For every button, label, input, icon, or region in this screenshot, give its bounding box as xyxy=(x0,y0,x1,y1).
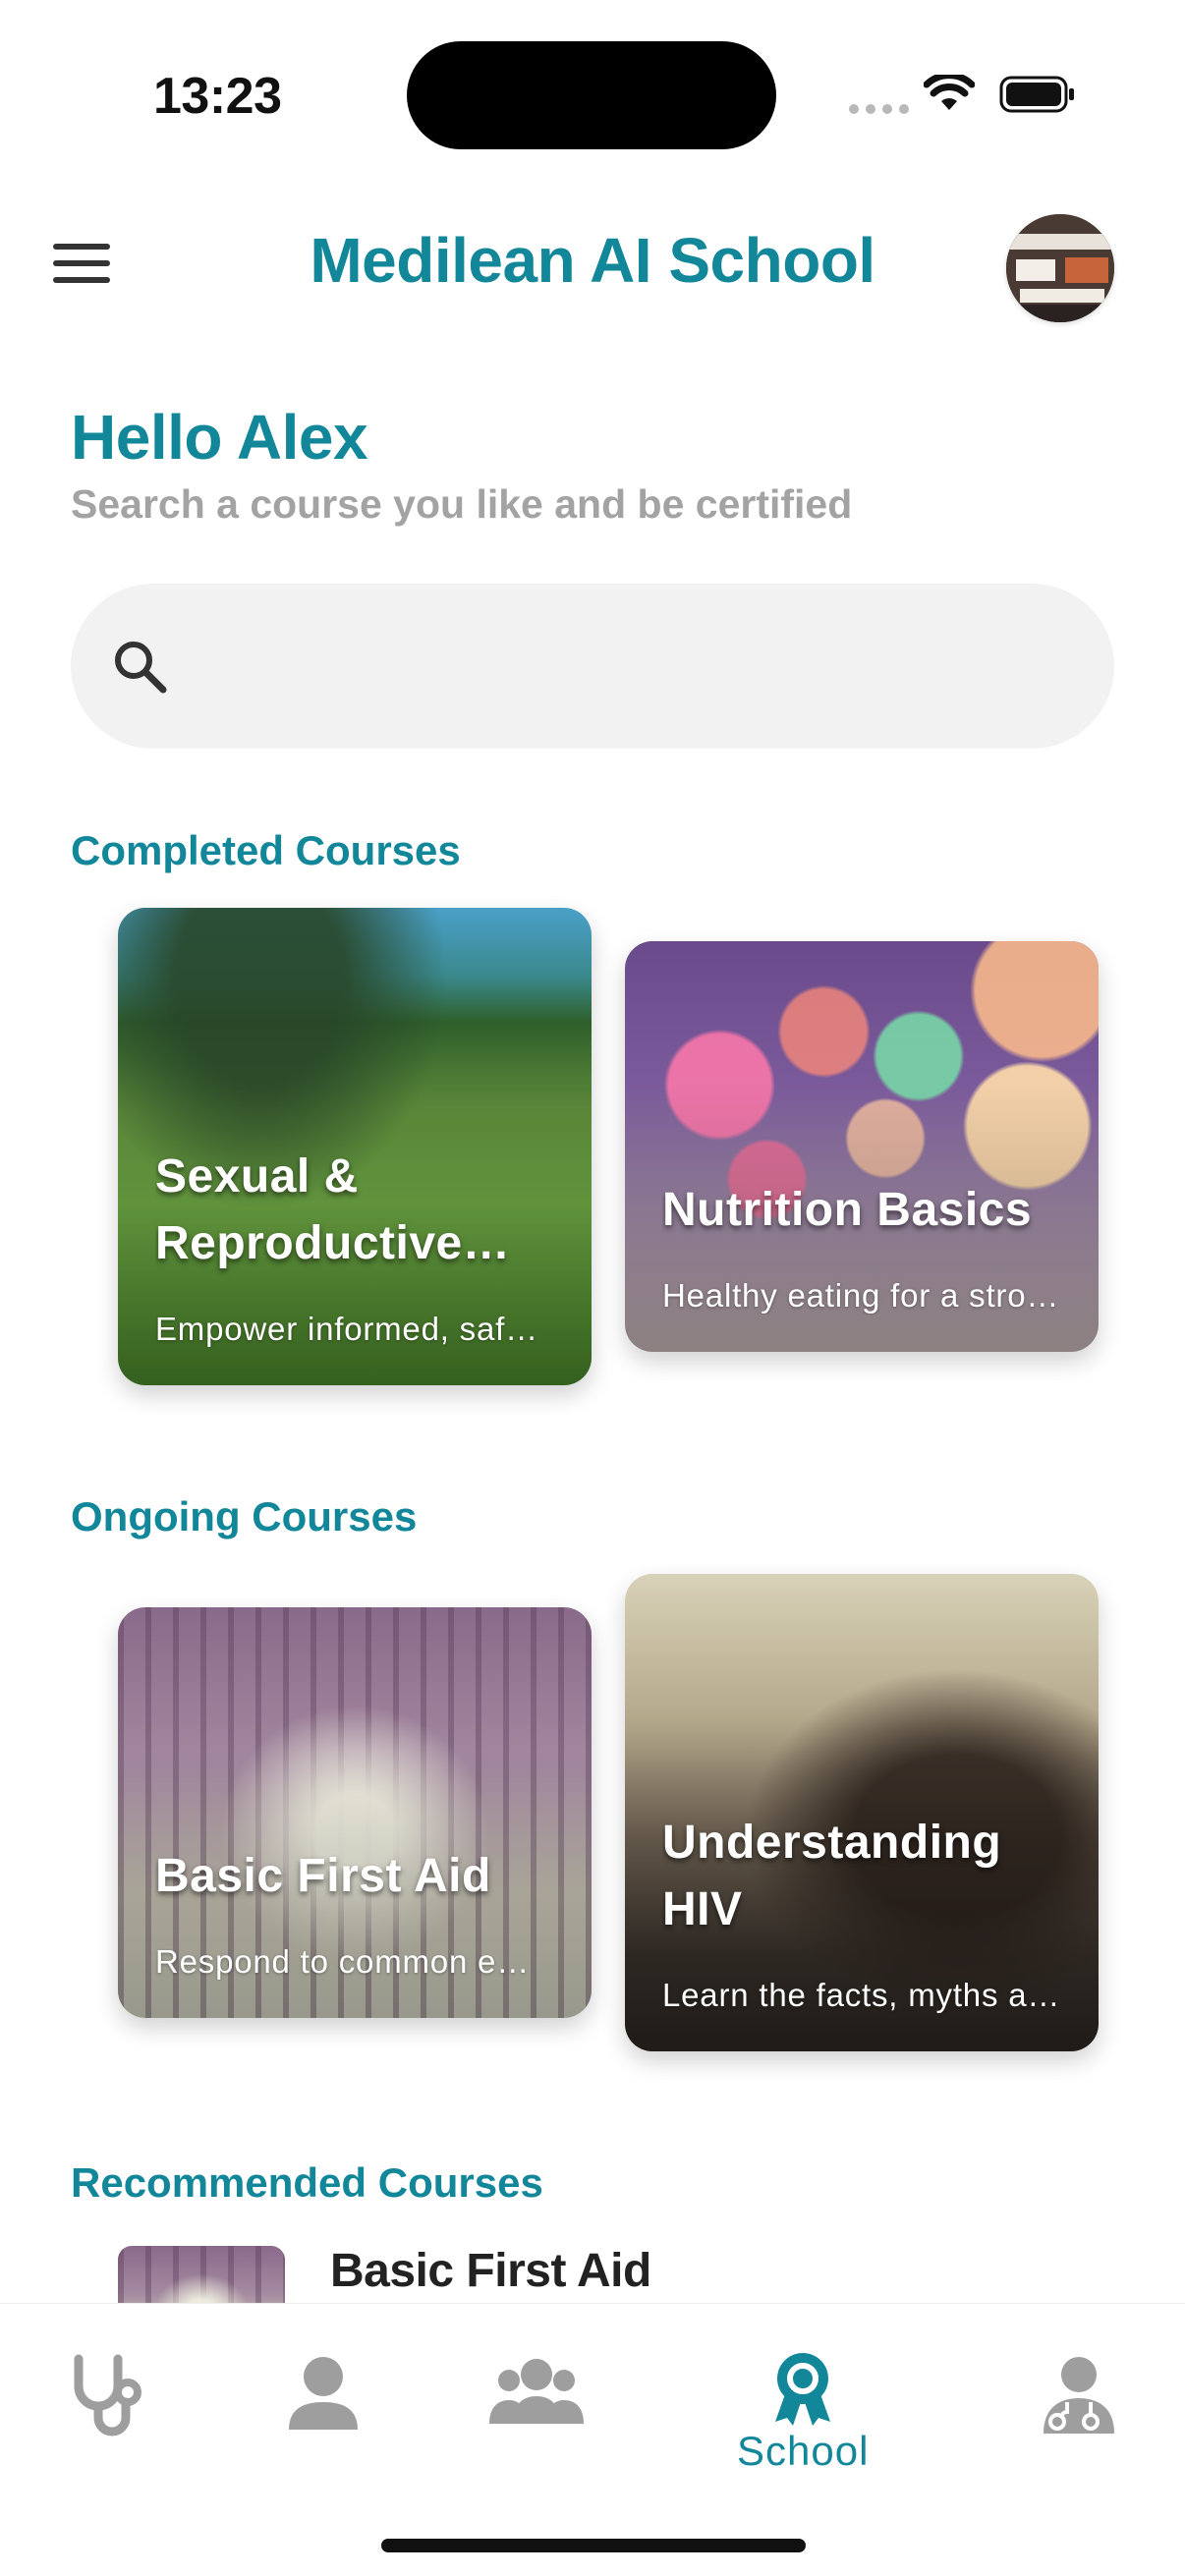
bottom-navigation: School xyxy=(0,2303,1185,2576)
nav-item-stethoscope[interactable] xyxy=(63,2351,153,2439)
home-indicator xyxy=(381,2539,806,2552)
nav-item-school[interactable]: School xyxy=(737,2351,869,2475)
nav-label-school: School xyxy=(737,2428,870,2474)
nav-item-community[interactable] xyxy=(487,2351,586,2439)
search-bar[interactable] xyxy=(71,584,1114,749)
nav-item-doctor[interactable] xyxy=(1040,2351,1118,2439)
course-card-sexual-reproductive-health[interactable]: Sexual & Reproductive Health Empower inf… xyxy=(118,908,592,1385)
user-avatar[interactable] xyxy=(1006,214,1114,322)
wifi-icon xyxy=(924,75,975,110)
battery-icon xyxy=(999,76,1074,113)
nav-item-profile[interactable] xyxy=(279,2351,367,2439)
course-card-understanding-hiv[interactable]: Understanding HIV Learn the facts, myths… xyxy=(625,1574,1099,2051)
dynamic-island xyxy=(407,41,776,149)
avatar-image xyxy=(1006,214,1114,322)
course-card-nutrition-basics[interactable]: Nutrition Basics Healthy eating for a st… xyxy=(625,941,1099,1352)
course-description: Healthy eating for a stronger life xyxy=(662,1277,1061,1314)
recommended-courses-title: Recommended Courses xyxy=(71,2159,543,2206)
ongoing-courses-title: Ongoing Courses xyxy=(71,1493,418,1540)
course-title: Understanding HIV xyxy=(662,1816,1002,1935)
stethoscope-icon xyxy=(74,2354,141,2436)
greeting-title: Hello Alex xyxy=(71,402,368,473)
course-description: Respond to common emergencies xyxy=(155,1943,554,1980)
doctor-icon xyxy=(1044,2357,1114,2434)
search-icon xyxy=(115,642,167,694)
course-card-basic-first-aid[interactable]: Basic First Aid Respond to common emerge… xyxy=(118,1607,592,2018)
course-description: Empower informed, safe and healthy choic… xyxy=(155,1311,554,1347)
recommended-course-title[interactable]: Basic First Aid xyxy=(330,2244,651,2298)
search-input[interactable] xyxy=(193,584,1114,749)
person-icon xyxy=(289,2357,358,2430)
cellular-signal-icon xyxy=(849,104,909,114)
greeting-subtitle: Search a course you like and be certifie… xyxy=(71,481,853,527)
course-title: Sexual & Reproductive Health xyxy=(155,1149,463,1269)
group-icon xyxy=(489,2359,584,2424)
completed-courses-title: Completed Courses xyxy=(71,827,461,873)
course-description: Learn the facts, myths and prevention xyxy=(662,1977,1061,2013)
status-time: 13:23 xyxy=(153,68,282,125)
course-title: Nutrition Basics xyxy=(662,1183,1033,1236)
course-title: Basic First Aid xyxy=(155,1849,491,1902)
award-icon xyxy=(775,2353,831,2426)
